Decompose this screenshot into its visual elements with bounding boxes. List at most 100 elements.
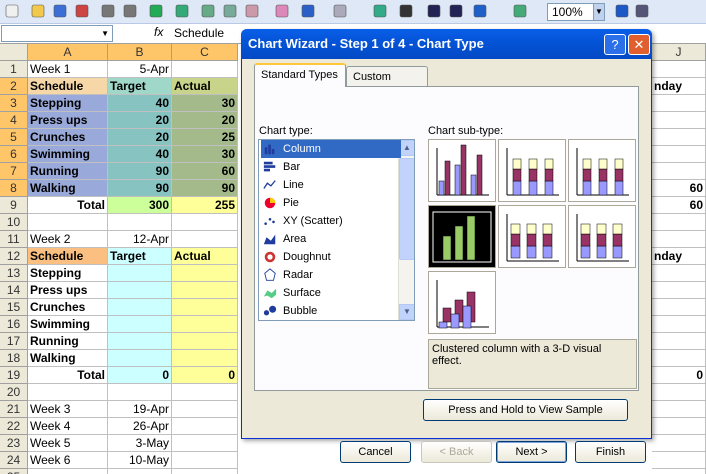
- cell-b12[interactable]: Target: [108, 248, 172, 265]
- row-header[interactable]: 12: [0, 248, 28, 265]
- column-header-j[interactable]: J: [652, 44, 706, 61]
- cell-b18[interactable]: [108, 350, 172, 367]
- cell-b10[interactable]: [108, 214, 172, 231]
- help-button[interactable]: ?: [604, 34, 626, 55]
- cell-a18[interactable]: Walking: [28, 350, 108, 367]
- cut-icon[interactable]: [200, 3, 218, 21]
- cell-c6[interactable]: 30: [172, 146, 238, 163]
- formula-input[interactable]: Schedule: [174, 26, 224, 40]
- cell-j15[interactable]: [652, 299, 706, 316]
- spelling-icon[interactable]: [148, 3, 166, 21]
- cell-c18[interactable]: [172, 350, 238, 367]
- cell-c17[interactable]: [172, 333, 238, 350]
- chart-type-item[interactable]: Radar: [261, 266, 401, 284]
- cell-j12[interactable]: nday: [652, 248, 706, 265]
- cell-a17[interactable]: Running: [28, 333, 108, 350]
- view-sample-button[interactable]: Press and Hold to View Sample: [423, 399, 628, 421]
- print-preview-icon[interactable]: [122, 3, 140, 21]
- autosum-icon[interactable]: [398, 3, 416, 21]
- format-painter-icon[interactable]: [274, 3, 292, 21]
- cell-j13[interactable]: [652, 265, 706, 282]
- chart-type-item[interactable]: Column: [261, 140, 401, 158]
- cell-j24[interactable]: [652, 452, 706, 469]
- cell-c7[interactable]: 60: [172, 163, 238, 180]
- cell-a11[interactable]: Week 2: [28, 231, 108, 248]
- cell-a24[interactable]: Week 6: [28, 452, 108, 469]
- cell-a23[interactable]: Week 5: [28, 435, 108, 452]
- cell-c4[interactable]: 20: [172, 112, 238, 129]
- cell-j5[interactable]: [652, 129, 706, 146]
- cell-b23[interactable]: 3-May: [108, 435, 172, 452]
- cell-j6[interactable]: [652, 146, 706, 163]
- cell-c21[interactable]: [172, 401, 238, 418]
- row-header[interactable]: 17: [0, 333, 28, 350]
- cell-c3[interactable]: 30: [172, 95, 238, 112]
- chart-wizard-icon[interactable]: [472, 3, 490, 21]
- copy-icon[interactable]: [222, 3, 240, 21]
- chart-type-item[interactable]: Surface: [261, 284, 401, 302]
- cell-a7[interactable]: Running: [28, 163, 108, 180]
- cell-b20[interactable]: [108, 384, 172, 401]
- row-header[interactable]: 19: [0, 367, 28, 384]
- cell-b2[interactable]: Target: [108, 78, 172, 95]
- chart-type-item[interactable]: Bubble: [261, 302, 401, 320]
- cell-c15[interactable]: [172, 299, 238, 316]
- cell-b8[interactable]: 90: [108, 180, 172, 197]
- subtype-thumbnail[interactable]: [568, 139, 636, 202]
- row-header[interactable]: 25: [0, 469, 28, 474]
- sort-ascending-icon[interactable]: [426, 3, 444, 21]
- save-icon[interactable]: [52, 3, 70, 21]
- cell-j23[interactable]: [652, 435, 706, 452]
- cell-j7[interactable]: [652, 163, 706, 180]
- cell-b6[interactable]: 40: [108, 146, 172, 163]
- cell-j9[interactable]: 60: [652, 197, 706, 214]
- cell-j17[interactable]: [652, 333, 706, 350]
- close-button[interactable]: ✕: [628, 34, 650, 55]
- cell-c14[interactable]: [172, 282, 238, 299]
- cell-b5[interactable]: 20: [108, 129, 172, 146]
- open-icon[interactable]: [30, 3, 48, 21]
- row-header[interactable]: 20: [0, 384, 28, 401]
- chart-type-list[interactable]: ▲ ▼ Column Bar Line Pie XY (Scatter) Area Doug…: [258, 139, 415, 321]
- row-header[interactable]: 6: [0, 146, 28, 163]
- cell-c5[interactable]: 25: [172, 129, 238, 146]
- cell-b13[interactable]: [108, 265, 172, 282]
- row-header[interactable]: 23: [0, 435, 28, 452]
- cell-c16[interactable]: [172, 316, 238, 333]
- cell-j18[interactable]: [652, 350, 706, 367]
- tab-custom-types[interactable]: Custom Types: [346, 66, 428, 103]
- permission-icon[interactable]: [74, 3, 92, 21]
- cell-a2[interactable]: Schedule: [28, 78, 108, 95]
- chart-type-item[interactable]: Line: [261, 176, 401, 194]
- cell-a20[interactable]: [28, 384, 108, 401]
- cell-c8[interactable]: 90: [172, 180, 238, 197]
- cell-b17[interactable]: [108, 333, 172, 350]
- cell-j11[interactable]: [652, 231, 706, 248]
- row-header[interactable]: 21: [0, 401, 28, 418]
- column-header-b[interactable]: B: [108, 44, 172, 61]
- redo-icon[interactable]: [332, 3, 350, 21]
- row-header[interactable]: 1: [0, 61, 28, 78]
- cell-a19[interactable]: Total: [28, 367, 108, 384]
- cell-a15[interactable]: Crunches: [28, 299, 108, 316]
- cell-j19[interactable]: 0: [652, 367, 706, 384]
- cell-a6[interactable]: Swimming: [28, 146, 108, 163]
- subtype-thumbnail[interactable]: [428, 205, 496, 268]
- options-icon[interactable]: [634, 3, 652, 21]
- cell-a16[interactable]: Swimming: [28, 316, 108, 333]
- cell-c13[interactable]: [172, 265, 238, 282]
- cell-a25[interactable]: [28, 469, 108, 474]
- cell-a1[interactable]: Week 1: [28, 61, 108, 78]
- subtype-thumbnail[interactable]: [428, 271, 496, 334]
- row-header[interactable]: 4: [0, 112, 28, 129]
- cell-a8[interactable]: Walking: [28, 180, 108, 197]
- research-icon[interactable]: [174, 3, 192, 21]
- row-header[interactable]: 24: [0, 452, 28, 469]
- tab-standard-types[interactable]: Standard Types: [254, 63, 346, 87]
- cell-j14[interactable]: [652, 282, 706, 299]
- hyperlink-icon[interactable]: [372, 3, 390, 21]
- function-icon[interactable]: fx: [154, 25, 163, 39]
- cell-j20[interactable]: [652, 384, 706, 401]
- chart-type-item[interactable]: Bar: [261, 158, 401, 176]
- subtype-thumbnail[interactable]: [498, 139, 566, 202]
